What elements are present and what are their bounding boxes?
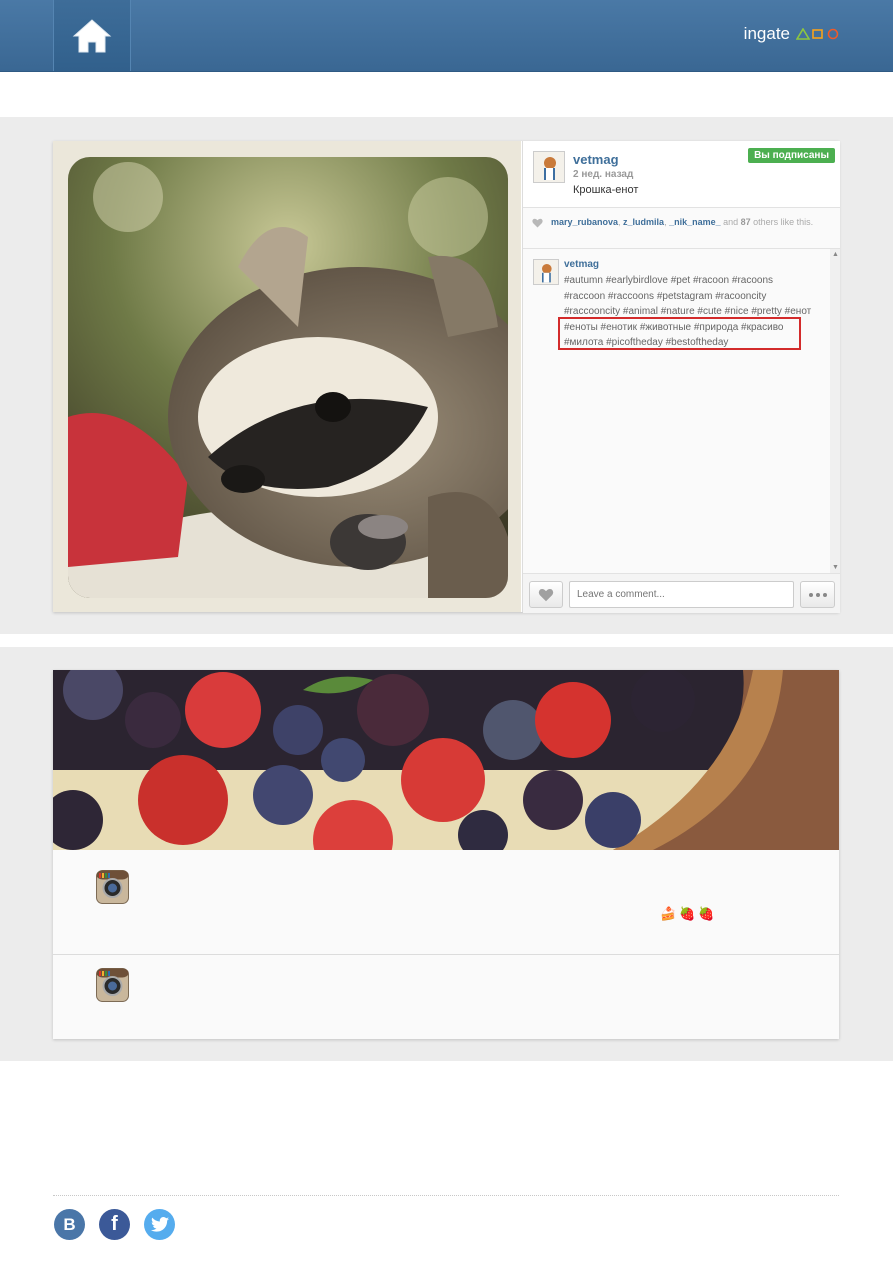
post-header: vetmag 2 нед. назад Крошка-енот Вы подпи… (523, 141, 840, 208)
cake-emoji: 🍰 (660, 906, 677, 921)
more-button[interactable] (800, 581, 835, 608)
avatar[interactable] (533, 151, 565, 183)
liker-link[interactable]: _nik_name_ (669, 217, 721, 227)
post-time[interactable]: 2 нед. назад (573, 169, 633, 180)
heart-small-icon (532, 218, 543, 228)
instagram-icon[interactable] (96, 870, 129, 904)
twitter-bird-icon (150, 1217, 169, 1232)
feed-row (53, 955, 839, 1039)
vk-icon[interactable]: В (54, 1209, 85, 1240)
facebook-icon[interactable]: f (99, 1209, 130, 1240)
heart-icon (538, 588, 554, 601)
brand-logo[interactable]: ingate (744, 24, 840, 44)
home-icon (72, 18, 112, 52)
likes-and: and (720, 217, 741, 227)
liker-link[interactable]: mary_rubanova (551, 217, 618, 227)
likes-count[interactable]: 87 (741, 217, 751, 227)
strawberry-emoji: 🍓 (679, 906, 696, 921)
top-bar: ingate (0, 0, 893, 72)
photo-frame (53, 141, 521, 612)
instagram-icon[interactable] (96, 968, 129, 1002)
brand-text: ingate (743, 24, 790, 43)
comment-input[interactable] (569, 581, 794, 608)
like-button[interactable] (529, 581, 563, 608)
highlight-box (558, 317, 801, 350)
brand-mark-icon (796, 28, 840, 40)
raccoon-photo[interactable] (68, 157, 508, 598)
feed-card: 🍰 🍓 🍓 (53, 670, 839, 1039)
berries-banner-image (53, 670, 839, 850)
emoji-row: 🍰 🍓 🍓 (660, 906, 715, 922)
post-sidebar: vetmag 2 нед. назад Крошка-енот Вы подпи… (522, 141, 840, 613)
scroll-down-icon[interactable]: ▼ (832, 564, 839, 571)
likes-text: mary_rubanova, z_ludmila, _nik_name_ and… (551, 216, 821, 228)
comment-bar (523, 573, 840, 613)
post-caption: Крошка-енот (573, 184, 639, 196)
twitter-icon[interactable] (144, 1209, 175, 1240)
comments-section: vetmag #autumn #earlybirdlove #pet #raco… (523, 249, 840, 573)
likes-tail: others like this. (750, 217, 814, 227)
comments-scrollbar[interactable]: ▲ ▼ (830, 249, 840, 573)
more-dots-icon (808, 592, 813, 597)
follow-status-badge[interactable]: Вы подписаны (748, 148, 835, 163)
strawberry-emoji: 🍓 (698, 906, 715, 921)
instagram-post-card: vetmag 2 нед. назад Крошка-енот Вы подпи… (53, 141, 840, 613)
more-dots-icon (815, 592, 820, 597)
liker-link[interactable]: z_ludmila (623, 217, 664, 227)
scroll-up-icon[interactable]: ▲ (832, 251, 839, 258)
comment-avatar[interactable] (533, 259, 559, 285)
feed-row: 🍰 🍓 🍓 (53, 850, 839, 955)
footer-divider (53, 1195, 839, 1196)
more-dots-icon (822, 592, 827, 597)
likes-section: mary_rubanova, z_ludmila, _nik_name_ and… (523, 208, 840, 249)
home-button[interactable] (53, 0, 131, 71)
post-username[interactable]: vetmag (573, 152, 619, 167)
comment-username[interactable]: vetmag (564, 259, 599, 270)
